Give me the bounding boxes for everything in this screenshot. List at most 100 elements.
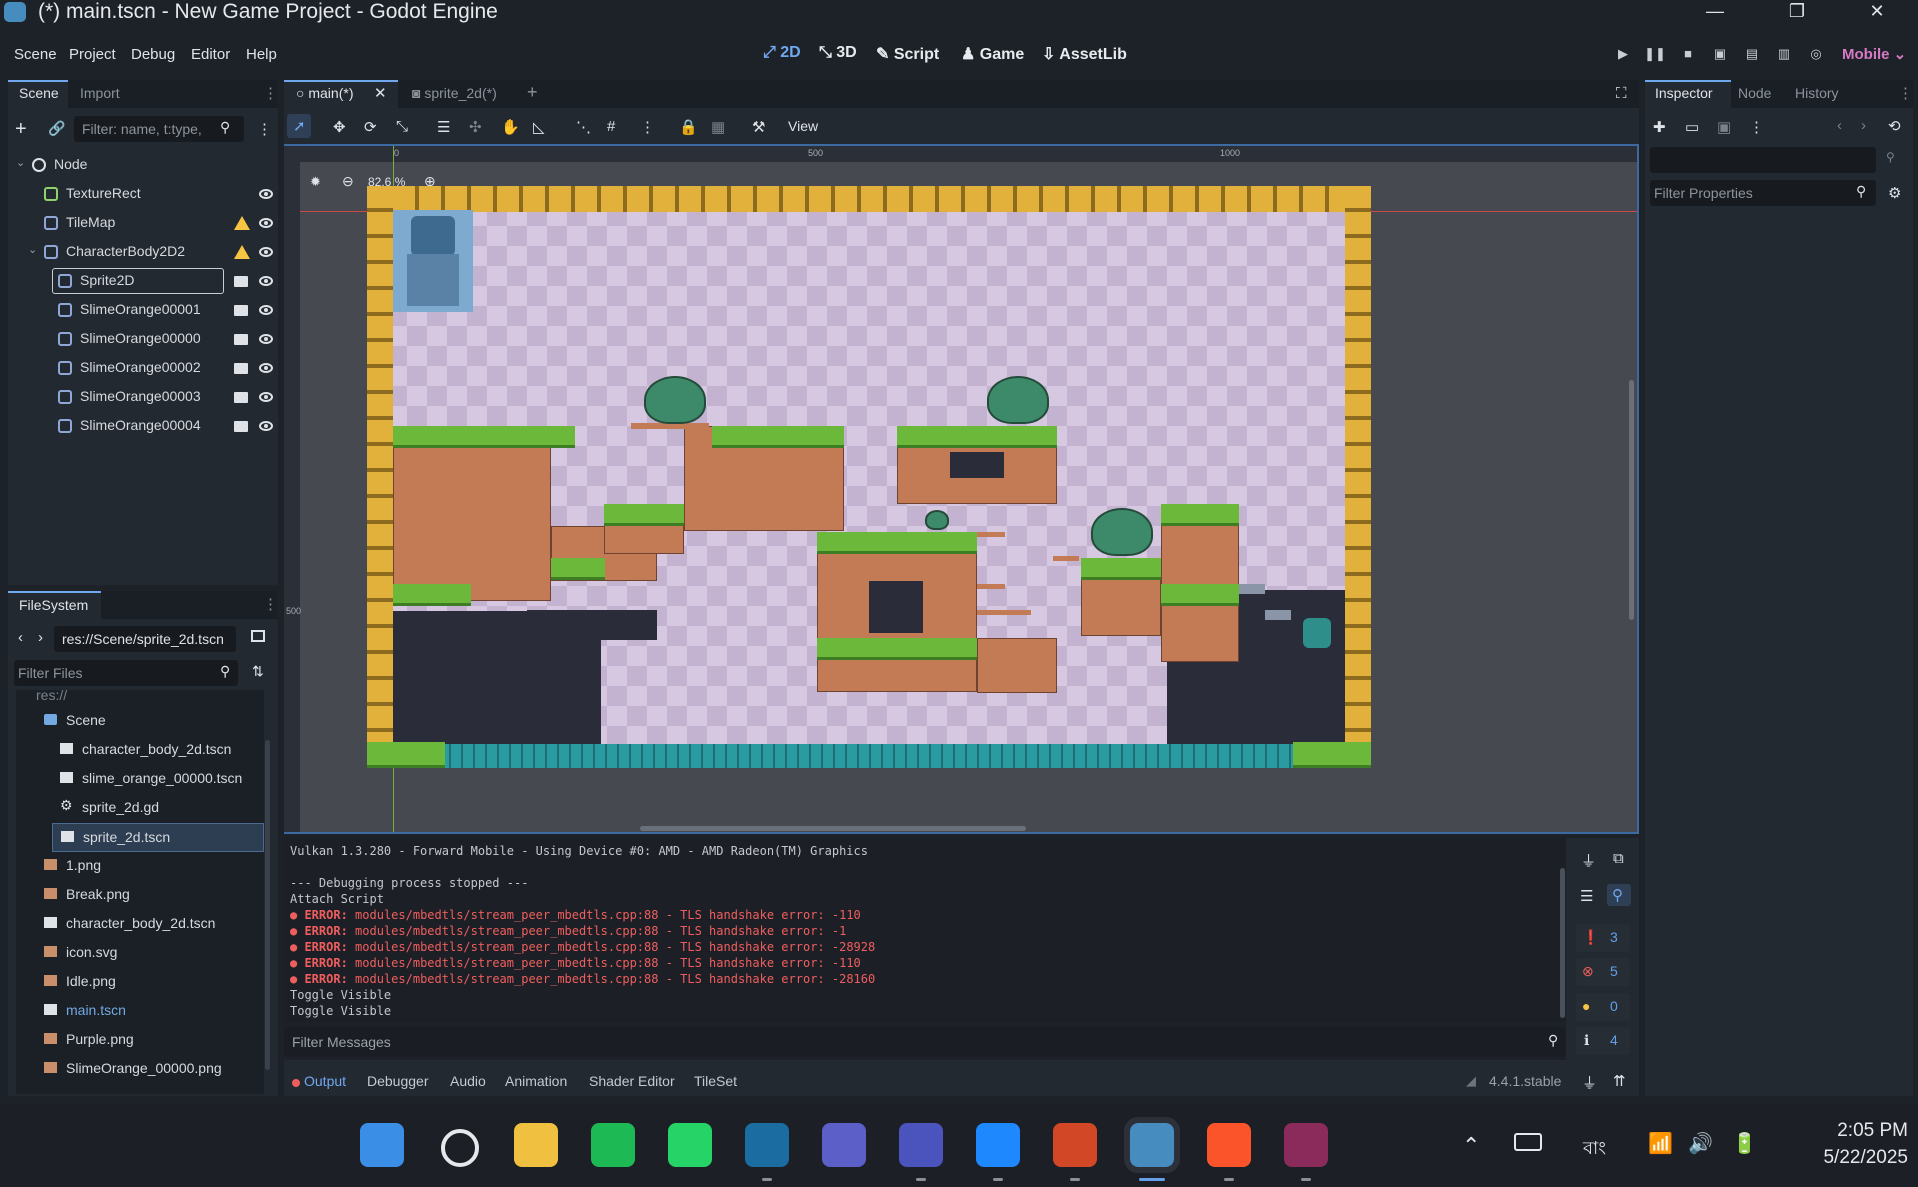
ruler-mode-icon[interactable]: ◺ <box>533 118 545 136</box>
distraction-free-icon[interactable]: ⛶ <box>1616 85 1627 102</box>
view-menu[interactable]: View <box>788 118 818 134</box>
scene-node[interactable]: SlimeOrange00004 <box>8 413 278 441</box>
add-node-icon[interactable]: + <box>15 118 27 141</box>
slime-b[interactable] <box>987 376 1049 424</box>
menu-scene[interactable]: Scene <box>14 46 57 63</box>
visibility-icon[interactable] <box>259 363 273 373</box>
fs-item[interactable]: sprite_2d.tscn <box>52 823 264 852</box>
clock-time[interactable]: 2:05 PM <box>1800 1120 1908 1142</box>
smart-snap-icon[interactable]: ⋱ <box>576 118 591 136</box>
filter-search-toggle[interactable]: ⚲ <box>1607 884 1631 906</box>
workspace-2d[interactable]: ⤢ 2D <box>763 44 801 62</box>
wifi-icon[interactable]: 📶 <box>1648 1131 1673 1156</box>
visibility-icon[interactable] <box>259 392 273 402</box>
messenger-icon[interactable] <box>976 1123 1020 1167</box>
workspace-script[interactable]: ✎ Script <box>876 44 939 64</box>
scene-node[interactable]: SlimeOrange00002 <box>8 355 278 383</box>
menu-project[interactable]: Project <box>69 46 116 63</box>
open-scene-icon[interactable] <box>234 363 248 374</box>
workspace-3d[interactable]: ⤡ 3D <box>819 44 857 62</box>
fs-item[interactable]: icon.svg <box>16 939 264 968</box>
property-options-icon[interactable]: ⚙ <box>1888 184 1901 202</box>
scene-options-icon[interactable]: ⋮ <box>257 120 272 138</box>
scene-node[interactable]: Sprite2D <box>8 268 278 296</box>
file-explorer-icon[interactable] <box>514 1123 558 1167</box>
viewport-h-scrollbar[interactable] <box>640 826 1026 831</box>
minimize-icon[interactable]: — <box>1690 0 1740 26</box>
messages-counter[interactable]: ❗ 3 <box>1576 924 1630 952</box>
fs-scrollbar[interactable] <box>265 740 270 1070</box>
close-icon[interactable]: ✕ <box>1852 0 1902 26</box>
movie-maker-icon[interactable]: ◎ <box>1805 46 1827 64</box>
skeleton-icon[interactable]: ⚒ <box>752 118 765 136</box>
fs-item[interactable]: Break.png <box>16 881 264 910</box>
open-resource-icon[interactable]: ▭ <box>1685 118 1699 136</box>
filter-messages-input[interactable]: Filter Messages ⚲ <box>284 1027 1566 1057</box>
menu-help[interactable]: Help <box>246 46 277 63</box>
tab-close-icon[interactable]: ✕ <box>374 84 387 102</box>
fs-item[interactable]: ⚙ sprite_2d.gd <box>16 794 264 823</box>
bottom-tab-tileset[interactable]: TileSet <box>694 1073 737 1089</box>
teams-work-icon[interactable] <box>899 1123 943 1167</box>
pivot-icon[interactable]: ✣ <box>469 118 482 136</box>
grid-snap-icon[interactable]: # <box>607 118 615 135</box>
visibility-icon[interactable] <box>259 247 273 257</box>
fs-item[interactable]: 1.png <box>16 852 264 881</box>
version-label[interactable]: 4.4.1.stable <box>1489 1073 1561 1089</box>
scene-node[interactable]: SlimeOrange00003 <box>8 384 278 412</box>
visibility-icon[interactable] <box>259 334 273 344</box>
slime-a[interactable] <box>644 376 706 424</box>
brave-icon[interactable] <box>1207 1123 1251 1167</box>
battery-icon[interactable]: 🔋 <box>1732 1131 1757 1156</box>
visibility-icon[interactable] <box>259 189 273 199</box>
zoom-out-icon[interactable]: ⊖ <box>342 173 354 190</box>
winrar-icon[interactable] <box>1284 1123 1328 1167</box>
tray-expand-icon[interactable]: ⌃ <box>1462 1133 1480 1159</box>
game-level[interactable] <box>367 186 1371 768</box>
fs-item[interactable]: character_body_2d.tscn <box>16 910 264 939</box>
steam-icon[interactable] <box>745 1123 789 1167</box>
collapse-arrow-icon[interactable]: ⌄ <box>28 243 37 256</box>
open-scene-icon[interactable] <box>234 305 248 316</box>
visibility-icon[interactable] <box>259 305 273 315</box>
warning-icon[interactable] <box>234 245 250 259</box>
fs-item[interactable]: SlimeOrange_00000.png <box>16 1055 264 1084</box>
info-counter[interactable]: ℹ4 <box>1576 1027 1630 1055</box>
godot-icon[interactable] <box>1124 1117 1180 1173</box>
remote-debug-icon[interactable]: ▣ <box>1709 46 1731 64</box>
pin-panel-icon[interactable]: ⏚ <box>1582 1072 1597 1093</box>
collapse-arrow-icon[interactable]: ⌄ <box>16 156 25 169</box>
expand-panel-icon[interactable]: ⇈ <box>1613 1072 1626 1090</box>
fs-item[interactable]: Idle.png <box>16 968 264 997</box>
bottom-tab-animation[interactable]: Animation <box>505 1073 567 1089</box>
slime-small[interactable] <box>925 510 949 530</box>
play-scene-icon[interactable]: ▤ <box>1741 46 1763 64</box>
search-icon[interactable] <box>441 1129 479 1167</box>
visibility-icon[interactable] <box>259 218 273 228</box>
open-scene-icon[interactable] <box>234 276 248 287</box>
dock-menu-icon[interactable]: ⋮ <box>263 84 278 102</box>
stop-icon[interactable]: ■ <box>1677 46 1699 64</box>
lock-icon[interactable]: 🔒 <box>679 118 698 136</box>
workspace-assetlib[interactable]: ⇩ AssetLib <box>1042 44 1127 64</box>
pan-mode-icon[interactable]: ✋ <box>501 118 520 136</box>
tab-sprite2d[interactable]: ◙ sprite_2d(*) <box>412 85 497 101</box>
fs-filter-input[interactable]: Filter Files ⚲ <box>14 660 238 686</box>
list-select-icon[interactable]: ☰ <box>437 118 450 136</box>
scene-node[interactable]: SlimeOrange00000 <box>8 326 278 354</box>
bottom-tab-debugger[interactable]: Debugger <box>367 1073 429 1089</box>
fs-item[interactable]: slime_orange_00000.tscn <box>16 765 264 794</box>
tab-import[interactable]: Import <box>80 85 120 101</box>
split-view-icon[interactable] <box>251 630 265 642</box>
pause-icon[interactable]: ❚❚ <box>1644 46 1666 64</box>
spotify-icon[interactable] <box>591 1123 635 1167</box>
open-scene-icon[interactable] <box>234 421 248 432</box>
maximize-icon[interactable]: ❐ <box>1772 0 1822 26</box>
fs-item[interactable]: character_body_2d.tscn <box>16 736 264 765</box>
inspector-menu-icon[interactable]: ⋮ <box>1898 84 1913 102</box>
fs-menu-icon[interactable]: ⋮ <box>263 595 278 613</box>
open-scene-icon[interactable] <box>234 334 248 345</box>
link-icon[interactable]: 🔗 <box>48 120 65 137</box>
fs-item[interactable]: main.tscn <box>16 997 264 1026</box>
menu-debug[interactable]: Debug <box>131 46 175 63</box>
